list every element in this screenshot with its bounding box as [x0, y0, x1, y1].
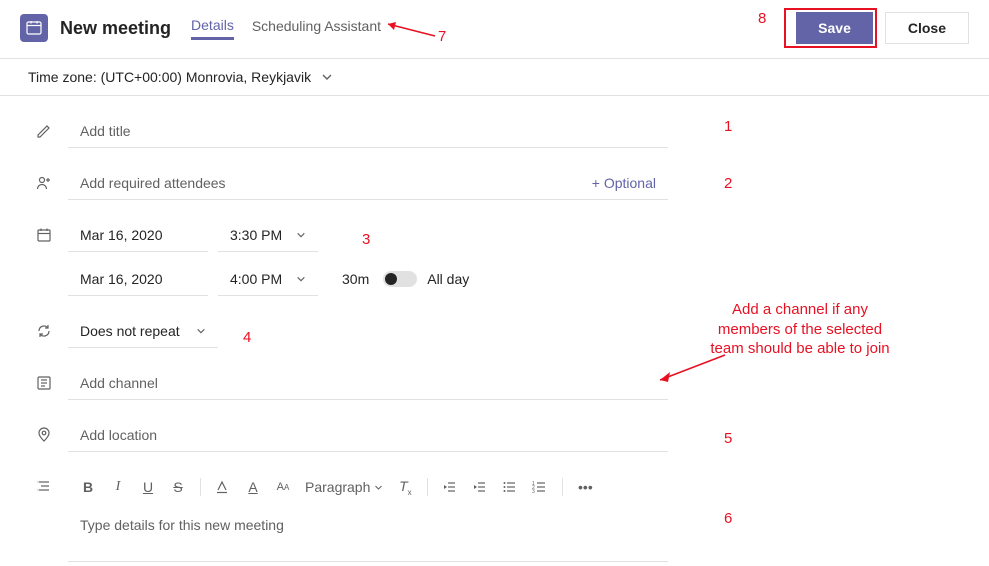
font-color-button[interactable]: A: [245, 479, 261, 495]
start-time-field[interactable]: 3:30 PM: [218, 218, 318, 252]
end-time-value: 4:00 PM: [230, 271, 282, 287]
numbered-list-button[interactable]: 123: [532, 480, 548, 494]
indent-button[interactable]: [472, 480, 488, 494]
details-editor: B I U S A AA Paragraph Tx: [68, 470, 668, 562]
chevron-down-icon: [321, 71, 333, 83]
more-options-button[interactable]: •••: [577, 479, 593, 495]
location-field-wrapper: [68, 418, 668, 452]
duration-label: 30m: [342, 271, 369, 287]
title-field-wrapper: [68, 114, 668, 148]
repeat-value: Does not repeat: [80, 323, 180, 339]
all-day-label: All day: [427, 271, 469, 287]
bold-button[interactable]: B: [80, 479, 96, 495]
tab-details[interactable]: Details: [191, 17, 234, 40]
title-input[interactable]: [80, 123, 656, 139]
end-time-field[interactable]: 4:00 PM: [218, 262, 318, 296]
location-icon: [32, 427, 56, 443]
save-button[interactable]: Save: [796, 12, 873, 44]
chevron-down-icon: [296, 274, 306, 284]
tab-scheduling-assistant[interactable]: Scheduling Assistant: [252, 18, 381, 38]
font-size-button[interactable]: AA: [275, 481, 291, 493]
chevron-down-icon: [196, 326, 206, 336]
clear-formatting-button[interactable]: Tx: [397, 478, 413, 497]
repeat-select[interactable]: Does not repeat: [68, 314, 218, 348]
calendar-app-icon: [20, 14, 48, 42]
start-time-value: 3:30 PM: [230, 227, 282, 243]
bullet-list-button[interactable]: [502, 480, 518, 494]
channel-input[interactable]: [80, 375, 656, 391]
italic-button[interactable]: I: [110, 479, 126, 495]
details-icon: [32, 478, 56, 494]
highlight-button[interactable]: [215, 480, 231, 494]
people-add-icon: [32, 175, 56, 191]
channel-icon: [32, 375, 56, 391]
underline-button[interactable]: U: [140, 479, 156, 495]
pencil-icon: [32, 123, 56, 139]
details-textarea[interactable]: Type details for this new meeting: [68, 505, 668, 561]
end-date-field[interactable]: Mar 16, 2020: [68, 262, 208, 296]
timezone-label: Time zone: (UTC+00:00) Monrovia, Reykjav…: [28, 69, 311, 85]
calendar-icon: [32, 227, 56, 243]
timezone-selector[interactable]: Time zone: (UTC+00:00) Monrovia, Reykjav…: [0, 59, 989, 96]
close-button[interactable]: Close: [885, 12, 969, 44]
editor-toolbar: B I U S A AA Paragraph Tx: [68, 470, 668, 505]
repeat-icon: [32, 323, 56, 339]
outdent-button[interactable]: [442, 480, 458, 494]
meeting-form: + Optional Mar 16, 2020 3:30 PM Mar 16, …: [0, 96, 989, 562]
chevron-down-icon: [296, 230, 306, 240]
header: New meeting Details Scheduling Assistant…: [0, 0, 989, 59]
svg-text:3: 3: [532, 489, 535, 494]
channel-field-wrapper: [68, 366, 668, 400]
page-title: New meeting: [60, 18, 171, 39]
strikethrough-button[interactable]: S: [170, 479, 186, 495]
add-optional-link[interactable]: + Optional: [592, 175, 656, 191]
attendees-input[interactable]: [80, 175, 592, 191]
save-button-highlight: Save: [784, 8, 877, 48]
start-date-field[interactable]: Mar 16, 2020: [68, 218, 208, 252]
all-day-toggle[interactable]: [383, 271, 417, 287]
location-input[interactable]: [80, 427, 656, 443]
paragraph-style-select[interactable]: Paragraph: [305, 479, 383, 495]
